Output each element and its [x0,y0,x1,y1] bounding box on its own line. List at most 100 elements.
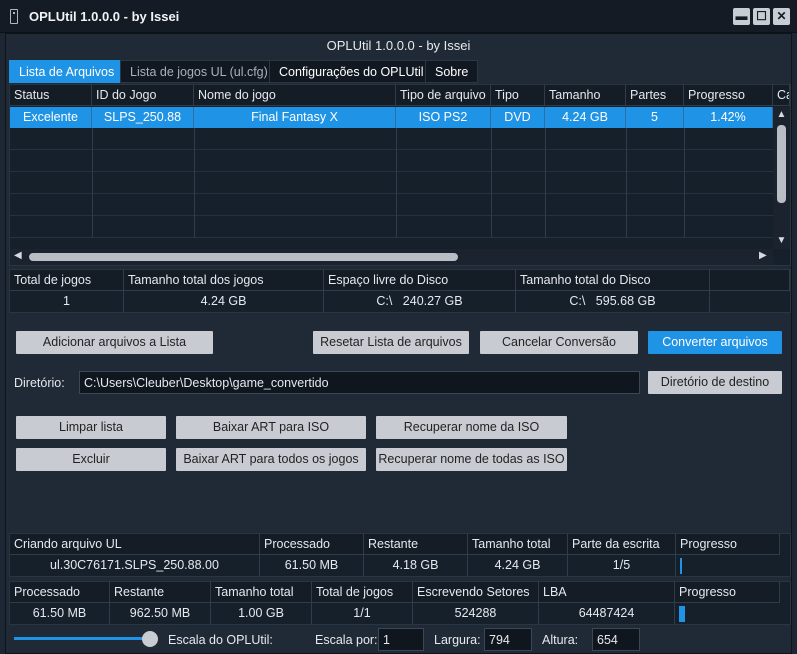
cell-game-id: SLPS_250.88 [92,107,194,128]
col-progress[interactable]: Progresso [684,85,773,106]
summary-disk-size-label: Tamanho total do Disco [516,270,710,291]
ul-remaining-value: 4.18 GB [364,555,468,576]
sector-total-size-value: 1.00 GB [211,603,312,624]
tab-file-list[interactable]: Lista de Arquivos [9,60,125,83]
reset-list-button[interactable]: Resetar Lista de arquivos [313,331,469,354]
download-art-all-button[interactable]: Baixar ART para todos os jogos [176,448,366,471]
cancel-conversion-button[interactable]: Cancelar Conversão [480,331,638,354]
delete-button[interactable]: Excluir [16,448,166,471]
cell-file-type: ISO PS2 [396,107,491,128]
ul-write-part-header: Parte da escrita [568,534,676,555]
ul-total-size-header: Tamanho total [468,534,568,555]
sector-total-games-value: 1/1 [312,603,413,624]
directory-input[interactable]: C:\Users\Cleuber\Desktop\game_convertido [79,371,640,394]
window-title: OPLUtil 1.0.0.0 - by Issei [29,9,180,24]
summary-total-games-value: 1 [10,291,124,312]
convert-files-button[interactable]: Converter arquivos [648,331,782,354]
ul-write-part-value: 1/5 [568,555,676,576]
scroll-right-icon[interactable]: ▶ [759,250,767,261]
ul-status-panel: Criando arquivo UL Processado Restante T… [9,533,791,577]
scale-slider-track [14,637,150,640]
col-game-name[interactable]: Nome do jogo [194,85,396,106]
sector-progress-bar [679,606,775,622]
sector-total-games-header: Total de jogos [312,582,413,603]
horizontal-scrollbar[interactable]: ◀ ▶ [10,249,773,265]
sector-progress-fill [679,606,685,622]
col-type[interactable]: Tipo [491,85,545,106]
cell-parts: 5 [626,107,684,128]
col-status[interactable]: Status [10,85,92,106]
ul-file-value: ul.30C76171.SLPS_250.88.00 [10,555,260,576]
summary-disk-size-value: C:\ 595.68 GB [516,291,710,312]
sector-processed-header: Processado [10,582,110,603]
tab-about[interactable]: Sobre [425,60,479,83]
summary-free-space-value: C:\ 240.27 GB [324,291,516,312]
sector-remaining-header: Restante [110,582,211,603]
ul-processed-value: 61.50 MB [260,555,364,576]
scale-slider-thumb[interactable] [142,631,158,647]
tab-ul-games[interactable]: Lista de jogos UL (ul.cfg) [120,60,278,83]
summary-total-games-label: Total de jogos [10,270,124,291]
summary-total-size-value: 4.24 GB [124,291,324,312]
directory-label: Diretório: [14,376,65,390]
sector-writing-header: Escrevendo Setores [413,582,539,603]
ul-progress-header: Progresso [676,534,780,555]
width-input[interactable]: 794 [484,628,532,651]
scale-slider[interactable] [14,631,158,647]
cell-game-name: Final Fantasy X [194,107,396,128]
ul-remaining-header: Restante [364,534,468,555]
col-game-id[interactable]: ID do Jogo [92,85,194,106]
col-extra[interactable]: Ca [773,85,790,106]
ul-progress-bar [680,558,776,574]
height-input[interactable]: 654 [592,628,640,651]
sector-status-panel: Processado Restante Tamanho total Total … [9,581,791,625]
scroll-left-icon[interactable]: ◀ [14,250,22,261]
col-size[interactable]: Tamanho [545,85,626,106]
scale-by-input[interactable]: 1 [378,628,424,651]
recover-all-iso-names-button[interactable]: Recuperar nome de todas as ISO [376,448,567,471]
col-parts[interactable]: Partes [626,85,684,106]
add-files-button[interactable]: Adicionar arquivos a Lista [16,331,213,354]
summary-total-size-label: Tamanho total dos jogos [124,270,324,291]
cell-status: Excelente [10,107,92,128]
maximize-button[interactable]: ☐ [753,8,770,25]
recover-iso-name-button[interactable]: Recuperar nome da ISO [376,416,567,439]
ul-processed-header: Processado [260,534,364,555]
scale-by-label: Escala por: [315,633,378,647]
sector-remaining-value: 962.50 MB [110,603,211,624]
sector-lba-header: LBA [539,582,675,603]
scroll-up-icon[interactable]: ▲ [776,109,787,120]
ul-file-header: Criando arquivo UL [10,534,260,555]
download-art-button[interactable]: Baixar ART para ISO [176,416,366,439]
cell-progress: 1.42% [684,107,773,128]
clear-list-button[interactable]: Limpar lista [16,416,166,439]
close-button[interactable]: ✕ [773,8,790,25]
col-file-type[interactable]: Tipo de arquivo [396,85,491,106]
vertical-scrollbar[interactable]: ▲ ▼ [773,107,790,249]
sector-total-size-header: Tamanho total [211,582,312,603]
cell-type: DVD [491,107,545,128]
cell-size: 4.24 GB [545,107,626,128]
summary-panel: Total de jogos Tamanho total dos jogos E… [9,269,791,313]
vertical-scroll-thumb[interactable] [777,125,786,203]
sector-progress-header: Progresso [675,582,780,603]
summary-free-space-label: Espaço livre do Disco [324,270,516,291]
sector-lba-value: 64487424 [539,603,675,624]
app-icon [10,9,18,24]
table-row[interactable]: Excelente SLPS_250.88 Final Fantasy X IS… [10,107,773,128]
sector-writing-value: 524288 [413,603,539,624]
sector-processed-value: 61.50 MB [10,603,110,624]
title-bar[interactable]: OPLUtil 1.0.0.0 - by Issei ▬ ☐ ✕ [0,0,797,33]
empty-rows [10,128,773,238]
minimize-button[interactable]: ▬ [733,8,750,25]
scroll-down-icon[interactable]: ▼ [776,235,787,246]
window-subtitle: OPLUtil 1.0.0.0 - by Issei [326,38,471,53]
ul-total-size-value: 4.24 GB [468,555,568,576]
file-table[interactable]: Status ID do Jogo Nome do jogo Tipo de a… [9,84,791,266]
horizontal-scroll-thumb[interactable] [29,253,458,261]
destination-directory-button[interactable]: Diretório de destino [648,371,782,394]
scale-label: Escala do OPLUtil: [168,633,273,647]
ul-progress-fill [680,558,682,574]
tab-settings[interactable]: Configurações do OPLUtil [269,60,434,83]
height-label: Altura: [542,633,579,647]
